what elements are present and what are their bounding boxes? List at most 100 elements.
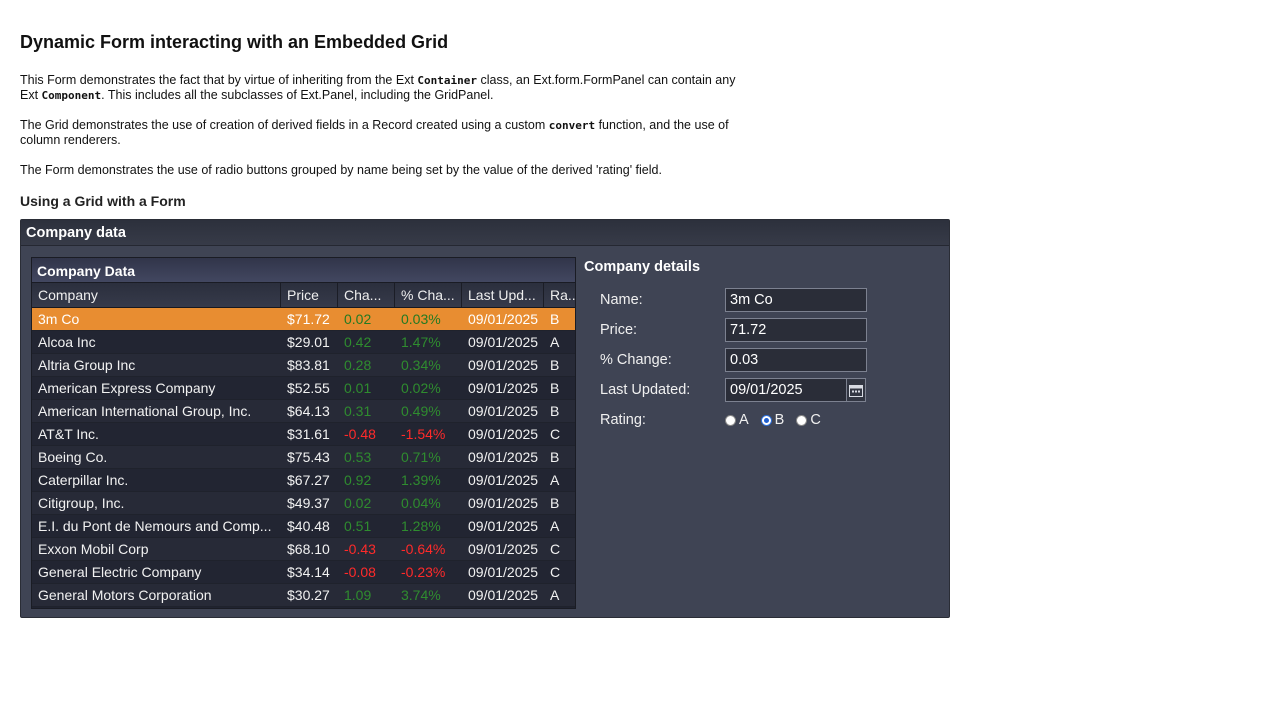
cell-change: -0.08: [344, 564, 376, 580]
company-details-form: Company details Name: Price: % Change: L…: [584, 257, 944, 435]
radio-circle[interactable]: [796, 414, 808, 426]
rating-radio-c[interactable]: C: [796, 412, 821, 428]
grid-title: Company Data: [32, 258, 575, 283]
cell-change: 0.01: [344, 380, 372, 396]
code-term: convert: [548, 119, 596, 132]
table-row[interactable]: American Express Company $52.55 0.01 0.02% 0…: [32, 377, 575, 400]
cell-rating: A: [550, 334, 560, 350]
table-row[interactable]: Altria Group Inc $83.81 0.28 0.34% 09/01/202…: [32, 354, 575, 377]
table-row[interactable]: American International Group, Inc. $64.13…: [32, 400, 575, 423]
column-header-change[interactable]: Cha...: [338, 283, 395, 307]
cell-pct-change: -0.64%: [401, 541, 446, 557]
cell-last-updated: 09/01/2025: [468, 380, 539, 396]
table-row[interactable]: Caterpillar Inc. $67.27 0.92 1.39% 09/01/202…: [32, 469, 575, 492]
cell-company: 3m Co: [38, 311, 80, 327]
column-header-price[interactable]: Price: [281, 283, 338, 307]
table-row[interactable]: Exxon Mobil Corp $68.10 -0.43 -0.64% 09/01/2…: [32, 538, 575, 561]
cell-rating: A: [550, 587, 560, 603]
intro-paragraph-2: The Grid demonstrates the use of creatio…: [20, 118, 780, 148]
cell-change: 0.53: [344, 449, 372, 465]
cell-pct-change: 0.71%: [401, 449, 441, 465]
code-term: Container: [417, 74, 477, 87]
column-header-company[interactable]: Company: [32, 283, 281, 307]
grid-body: 3m Co $71.72 0.02 0.03% 09/01/2025 B Alcoa Inc…: [32, 308, 575, 607]
table-row[interactable]: Alcoa Inc $29.01 0.42 1.47% 09/01/2025 A: [32, 331, 575, 354]
cell-last-updated: 09/01/2025: [468, 587, 539, 603]
intro-text: The Grid demonstrates the use of creatio…: [20, 118, 549, 132]
cell-company: American Express Company: [38, 380, 216, 396]
rating-radio-b[interactable]: B: [760, 412, 784, 428]
cell-last-updated: 09/01/2025: [468, 495, 539, 511]
cell-pct-change: 0.03%: [401, 311, 441, 327]
cell-change: 0.42: [344, 334, 372, 350]
details-title: Company details: [584, 259, 701, 275]
last-updated-label: Last Updated:: [600, 382, 691, 398]
cell-pct-change: 0.49%: [401, 403, 441, 419]
date-picker-button[interactable]: [847, 378, 866, 402]
rating-label: Rating:: [600, 412, 646, 428]
cell-last-updated: 09/01/2025: [468, 403, 539, 419]
rating-radio-a[interactable]: A: [725, 412, 749, 428]
cell-last-updated: 09/01/2025: [468, 311, 539, 327]
column-header-rating[interactable]: Ra...: [544, 283, 575, 307]
cell-pct-change: 3.74%: [401, 587, 441, 603]
pct-change-input[interactable]: [725, 348, 867, 372]
last-updated-input[interactable]: [725, 378, 847, 402]
radio-circle[interactable]: [725, 414, 736, 426]
cell-price: $29.01: [287, 334, 330, 350]
cell-pct-change: 0.34%: [401, 357, 441, 373]
cell-rating: C: [550, 426, 561, 442]
name-input[interactable]: [725, 288, 867, 312]
calendar-icon: [849, 384, 863, 397]
cell-last-updated: 09/01/2025: [468, 449, 539, 465]
code-term: Component: [41, 89, 102, 102]
name-label: Name:: [600, 292, 643, 308]
cell-rating: B: [550, 403, 560, 419]
cell-price: $30.27: [287, 587, 330, 603]
cell-last-updated: 09/01/2025: [468, 472, 539, 488]
cell-pct-change: 1.39%: [401, 472, 441, 488]
date-field: [725, 378, 866, 402]
table-row[interactable]: Boeing Co. $75.43 0.53 0.71% 09/01/2025 B: [32, 446, 575, 469]
table-row[interactable]: 3m Co $71.72 0.02 0.03% 09/01/2025 B: [32, 308, 575, 331]
cell-change: 1.09: [344, 587, 372, 603]
cell-pct-change: 1.28%: [401, 518, 441, 534]
table-row[interactable]: Citigroup, Inc. $49.37 0.02 0.04% 09/01/2025…: [32, 492, 575, 515]
rating-field-row: Rating: A B C: [584, 405, 944, 435]
cell-pct-change: 1.47%: [401, 334, 441, 350]
pct-change-label: % Change:: [600, 352, 672, 368]
section-subheading: Using a Grid with a Form: [20, 193, 186, 209]
table-row[interactable]: E.I. du Pont de Nemours and Comp... $40.4…: [32, 515, 575, 538]
cell-company: General Electric Company: [38, 564, 202, 580]
cell-pct-change: 0.04%: [401, 495, 441, 511]
cell-rating: B: [550, 449, 560, 465]
cell-pct-change: 0.02%: [401, 380, 441, 396]
cell-company: General Motors Corporation: [38, 587, 212, 603]
cell-change: 0.02: [344, 495, 372, 511]
pct-change-field-row: % Change:: [584, 345, 944, 375]
cell-price: $71.72: [287, 311, 330, 327]
cell-change: 0.92: [344, 472, 372, 488]
cell-company: American International Group, Inc.: [38, 403, 252, 419]
cell-rating: B: [550, 495, 560, 511]
cell-change: 0.02: [344, 311, 372, 327]
column-header-pct-change[interactable]: % Cha...: [395, 283, 462, 307]
table-row[interactable]: AT&T Inc. $31.61 -0.48 -1.54% 09/01/2025 C: [32, 423, 575, 446]
intro-text: class, an Ext.form.FormPanel can contain…: [477, 73, 736, 87]
price-input[interactable]: [725, 318, 867, 342]
name-field-row: Name:: [584, 285, 944, 315]
table-row[interactable]: General Motors Corporation $30.27 1.09 3.74…: [32, 584, 575, 607]
cell-company: Boeing Co.: [38, 449, 108, 465]
column-header-last-updated[interactable]: Last Upd...: [462, 283, 544, 307]
cell-price: $52.55: [287, 380, 330, 396]
cell-pct-change: -0.23%: [401, 564, 446, 580]
cell-price: $49.37: [287, 495, 330, 511]
radio-circle[interactable]: [760, 414, 772, 426]
intro-paragraph-1: This Form demonstrates the fact that by …: [20, 73, 780, 103]
cell-last-updated: 09/01/2025: [468, 357, 539, 373]
company-grid[interactable]: Company Data Company Price Cha... % Cha.…: [31, 257, 576, 609]
cell-change: 0.31: [344, 403, 372, 419]
table-row[interactable]: General Electric Company $34.14 -0.08 -0.23…: [32, 561, 575, 584]
cell-rating: A: [550, 518, 560, 534]
cell-change: 0.28: [344, 357, 372, 373]
